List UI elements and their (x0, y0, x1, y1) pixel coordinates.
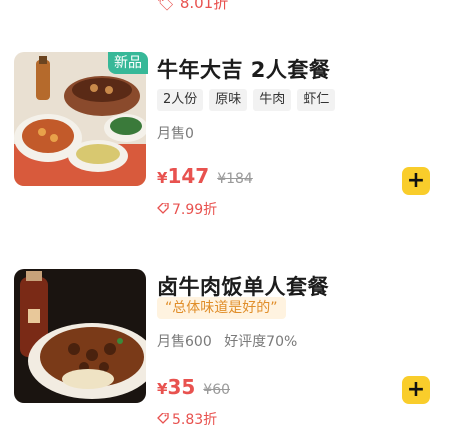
previous-item-discount: 🏷 8.01折 (156, 0, 228, 13)
add-to-cart-button[interactable]: + (402, 167, 430, 195)
current-price: 35 (167, 375, 196, 399)
monthly-sales: 月售600 好评度70% (157, 331, 297, 351)
previous-discount-label: 8.01折 (179, 0, 229, 12)
discount-text: 7.99折 (172, 202, 218, 218)
discount-text: 5.83折 (172, 412, 218, 428)
new-badge: 新品 (108, 52, 148, 74)
tag-beef: 牛肉 (253, 89, 292, 111)
current-price: 147 (167, 164, 210, 188)
tag-icon: 🏷 (156, 0, 176, 12)
discount-label: 7.99折 (157, 199, 217, 219)
price-row: ¥ 147 ¥184 (157, 164, 253, 188)
sales-count: 月售600 (157, 334, 212, 350)
review-quote: “总体味道是好的” (157, 297, 286, 319)
monthly-sales: 月售0 (157, 123, 194, 143)
tag-shrimp: 虾仁 (297, 89, 336, 111)
tag-icon (157, 203, 169, 214)
tag-servings: 2人份 (157, 89, 204, 111)
price-row: ¥ 35 ¥60 (157, 375, 230, 399)
currency-symbol: ¥ (157, 380, 168, 398)
currency-symbol: ¥ (157, 169, 168, 187)
sales-count: 月售0 (157, 126, 194, 142)
item-name[interactable]: 牛年大吉 2人套餐 (157, 54, 330, 84)
discount-label: 5.83折 (157, 409, 217, 429)
tag-flavor: 原味 (209, 89, 248, 111)
original-price: ¥184 (217, 171, 253, 187)
tag-icon (157, 413, 169, 424)
add-to-cart-button[interactable]: + (402, 376, 430, 404)
menu-list: 🏷 8.01折 新品 牛年大吉 2人套餐 2人份 原味 牛肉 虾仁 月售0 ¥ … (0, 0, 450, 444)
rating: 好评度70% (224, 334, 298, 350)
item-tags: 2人份 原味 牛肉 虾仁 (157, 89, 336, 111)
original-price: ¥60 (203, 382, 231, 398)
dish-photo[interactable] (14, 269, 146, 403)
